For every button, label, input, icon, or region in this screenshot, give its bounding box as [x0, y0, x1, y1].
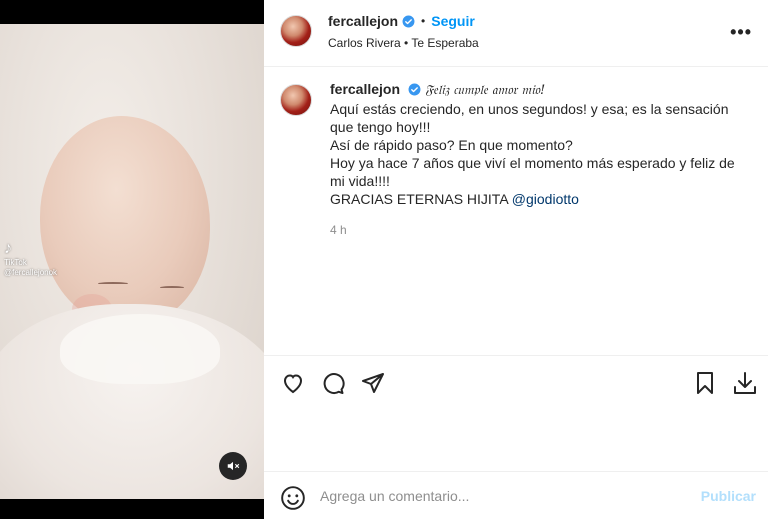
post-caption: fercallejon 𝔉𝔢𝔩𝔦𝔷 𝔠𝔲𝔪𝔭𝔩𝔢 𝔞𝔪𝔬𝔯 𝔪𝔦𝔬! Aquí … [280, 80, 750, 237]
caption-line: Así de rápido paso? En que momento? [330, 137, 573, 153]
post-sidebar: fercallejon • Seguir Carlos Rivera • Te … [264, 0, 768, 519]
like-button[interactable] [280, 370, 306, 396]
action-bar [264, 355, 768, 415]
tiktok-icon: ♪ [4, 240, 12, 257]
caption-line: Hoy ya hace 7 años que viví el momento m… [330, 155, 735, 171]
separator-dot: • [421, 14, 426, 28]
comment-button[interactable] [320, 370, 346, 396]
header-user: fercallejon • Seguir [328, 13, 475, 29]
caption-last-line: GRACIAS ETERNAS HIJITA @giodiotto [330, 190, 750, 208]
post-timestamp[interactable]: 4 h [330, 223, 750, 237]
caption-text: fercallejon 𝔉𝔢𝔩𝔦𝔷 𝔠𝔲𝔪𝔭𝔩𝔢 𝔞𝔪𝔬𝔯 𝔪𝔦𝔬! Aquí … [330, 80, 750, 208]
caption-username[interactable]: fercallejon [330, 81, 400, 97]
comment-icon [323, 373, 345, 395]
baby-eye-right [160, 286, 184, 289]
header-username[interactable]: fercallejon [328, 13, 398, 29]
more-icon[interactable]: ••• [730, 22, 752, 43]
save-icon [697, 372, 713, 394]
save-button[interactable] [692, 370, 718, 396]
baby-eye-left [98, 282, 128, 285]
verified-icon [402, 15, 415, 27]
heart-icon [283, 374, 303, 394]
mention-link[interactable]: @giodiotto [512, 191, 579, 207]
caption-avatar[interactable] [280, 84, 312, 116]
tiktok-handle: @fercallejonok [4, 268, 58, 277]
post-header: fercallejon • Seguir Carlos Rivera • Te … [264, 0, 768, 67]
verified-icon [408, 83, 421, 96]
post-comment-button[interactable]: Publicar [701, 488, 756, 504]
comment-input[interactable] [320, 484, 690, 508]
caption-headline: 𝔉𝔢𝔩𝔦𝔷 𝔠𝔲𝔪𝔭𝔩𝔢 𝔞𝔪𝔬𝔯 𝔪𝔦𝔬! [424, 83, 546, 98]
share-icon [362, 373, 384, 393]
caption-line: mi vida!!!! [330, 173, 390, 189]
caption-line: Aquí estás creciendo, en unos segundos! … [330, 101, 729, 117]
comment-bar: Publicar [264, 471, 768, 519]
caption-thanks: GRACIAS ETERNAS HIJITA [330, 191, 508, 207]
post-media[interactable]: ♪ TikTok @fercallejonok [0, 0, 264, 519]
audio-link[interactable]: Carlos Rivera • Te Esperaba [328, 36, 479, 50]
share-button[interactable] [360, 370, 386, 396]
emoji-icon[interactable] [280, 485, 306, 511]
blanket-fold [60, 314, 220, 384]
mute-icon [227, 461, 240, 471]
tiktok-label: TikTok [4, 258, 27, 267]
avatar[interactable] [280, 15, 312, 47]
mute-button[interactable] [219, 452, 247, 480]
follow-button[interactable]: Seguir [431, 13, 475, 29]
download-icon [734, 372, 756, 394]
baby-head [40, 116, 210, 326]
caption-line: que tengo hoy!!! [330, 119, 431, 135]
tiktok-watermark: ♪ TikTok @fercallejonok [4, 240, 64, 278]
download-button[interactable] [732, 370, 758, 396]
